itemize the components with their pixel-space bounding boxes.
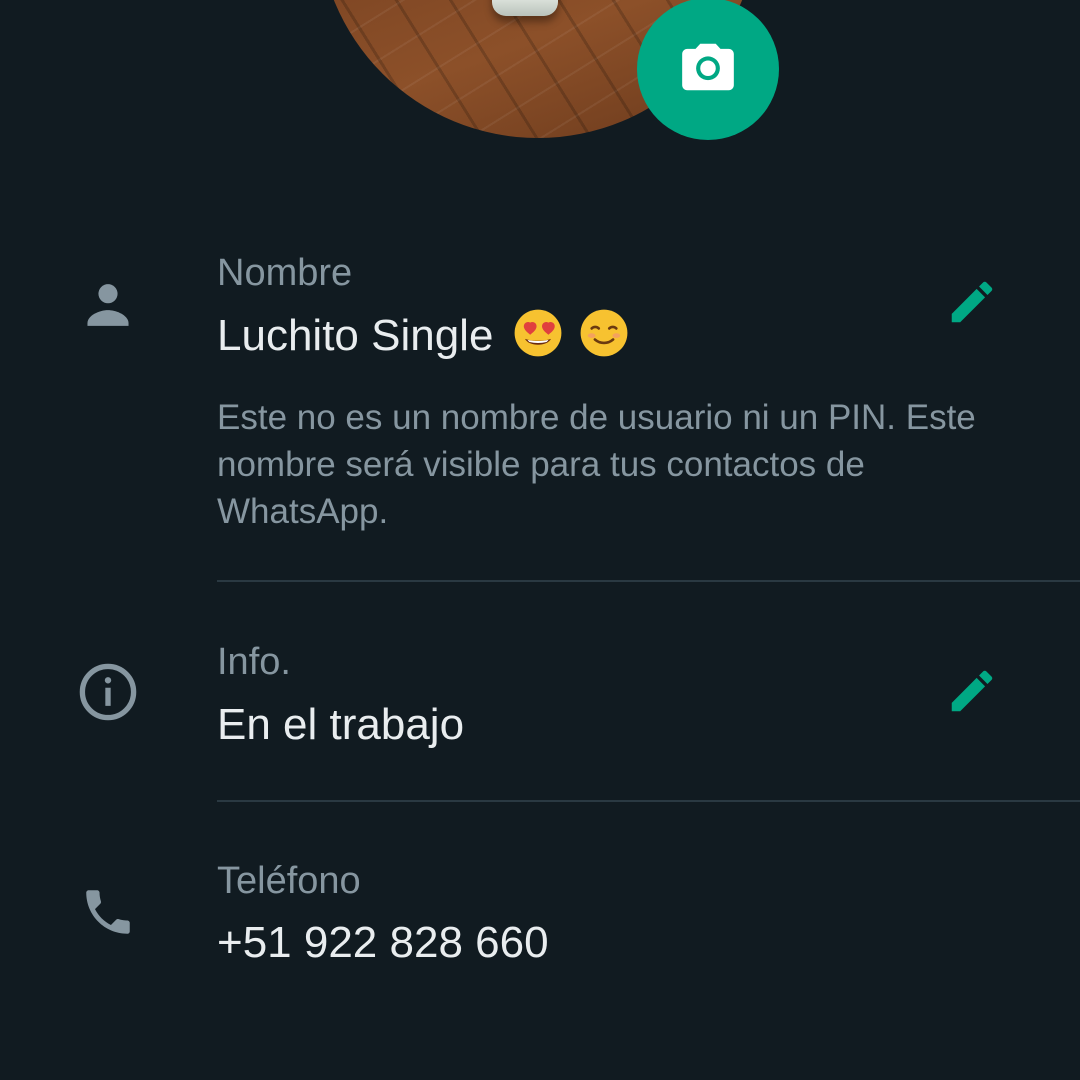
phone-label: Teléfono [217, 860, 361, 902]
smiling-face-with-heart-eyes-icon [512, 307, 564, 370]
phone-icon [72, 876, 144, 948]
pencil-icon [945, 275, 999, 334]
smiling-face-icon [578, 307, 630, 370]
camera-icon [677, 36, 739, 103]
change-photo-button[interactable] [637, 0, 779, 140]
phone-value: +51 922 828 660 [217, 918, 549, 967]
divider [217, 800, 1080, 802]
divider [217, 580, 1080, 582]
info-value: En el trabajo [217, 700, 465, 749]
pencil-icon [945, 664, 999, 723]
photo-glass-detail [492, 0, 558, 16]
name-text: Luchito Single [217, 311, 494, 361]
name-value: Luchito Single [217, 307, 630, 370]
edit-name-button[interactable] [940, 272, 1004, 336]
person-icon [72, 268, 144, 340]
info-icon [72, 656, 144, 728]
edit-info-button[interactable] [940, 661, 1004, 725]
name-label: Nombre [217, 252, 353, 294]
name-hint-text: Este no es un nombre de usuario ni un PI… [217, 398, 976, 531]
profile-screen: Nombre Luchito Single Este no es un nomb… [0, 0, 1080, 1080]
info-label: Info. [217, 641, 291, 683]
